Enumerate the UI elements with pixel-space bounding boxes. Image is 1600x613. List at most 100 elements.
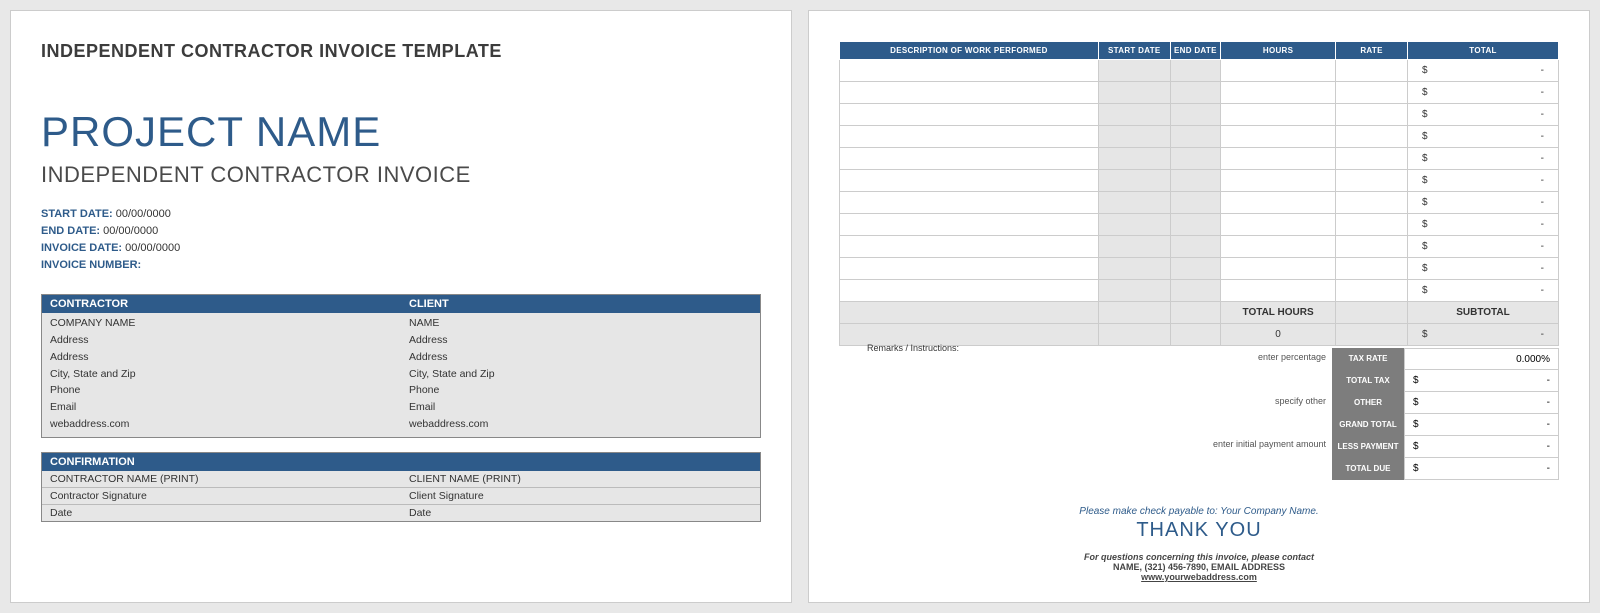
cell-description bbox=[840, 236, 1099, 258]
cell-total: $- bbox=[1407, 214, 1558, 236]
less-payment-value: $- bbox=[1404, 436, 1559, 458]
cell-start-date bbox=[1098, 236, 1170, 258]
cell-total: $- bbox=[1407, 170, 1558, 192]
grand-total-value: $- bbox=[1404, 414, 1559, 436]
end-date-label: END DATE: bbox=[41, 225, 100, 237]
total-hours-value: 0 bbox=[1221, 324, 1336, 346]
cell-description bbox=[840, 258, 1099, 280]
contractor-email: Email bbox=[50, 399, 393, 416]
cell-rate bbox=[1336, 170, 1408, 192]
contractor-company: COMPANY NAME bbox=[50, 315, 393, 332]
client-name: NAME bbox=[409, 315, 752, 332]
cell-rate bbox=[1336, 104, 1408, 126]
cell-description bbox=[840, 280, 1099, 302]
cell-total: $- bbox=[1407, 60, 1558, 82]
cell-start-date bbox=[1098, 104, 1170, 126]
cell-hours bbox=[1221, 148, 1336, 170]
contractor-web: webaddress.com bbox=[50, 416, 393, 433]
cell-total: $- bbox=[1407, 126, 1558, 148]
contractor-addr2: Address bbox=[50, 349, 393, 366]
total-hours-label: TOTAL HOURS bbox=[1221, 302, 1336, 324]
cell-description bbox=[840, 192, 1099, 214]
total-due-value: $- bbox=[1404, 458, 1559, 480]
cell-total: $- bbox=[1407, 82, 1558, 104]
client-signature: Client Signature bbox=[401, 488, 760, 504]
cell-rate bbox=[1336, 126, 1408, 148]
cell-end-date bbox=[1170, 236, 1220, 258]
table-row: $- bbox=[840, 82, 1559, 104]
cell-description bbox=[840, 170, 1099, 192]
cell-start-date bbox=[1098, 192, 1170, 214]
cell-description bbox=[840, 82, 1099, 104]
cell-description bbox=[840, 60, 1099, 82]
cell-start-date bbox=[1098, 148, 1170, 170]
table-row: $- bbox=[840, 60, 1559, 82]
col-rate: RATE bbox=[1336, 42, 1408, 60]
invoice-page-1: INDEPENDENT CONTRACTOR INVOICE TEMPLATE … bbox=[10, 10, 792, 603]
grand-total-label: GRAND TOTAL bbox=[1332, 414, 1404, 436]
tax-rate-value: 0.000% bbox=[1404, 348, 1559, 370]
cell-total: $- bbox=[1407, 258, 1558, 280]
table-row: $- bbox=[840, 214, 1559, 236]
cell-end-date bbox=[1170, 148, 1220, 170]
payable-to: Please make check payable to: Your Compa… bbox=[839, 506, 1559, 517]
contact-web: www.yourwebaddress.com bbox=[839, 572, 1559, 582]
contractor-signature: Contractor Signature bbox=[42, 488, 401, 504]
invoice-number-label: INVOICE NUMBER: bbox=[41, 259, 141, 271]
col-end-date: END DATE bbox=[1170, 42, 1220, 60]
cell-hours bbox=[1221, 258, 1336, 280]
tax-hint: enter percentage bbox=[1212, 348, 1332, 370]
cell-end-date bbox=[1170, 280, 1220, 302]
table-row: $- bbox=[840, 148, 1559, 170]
cell-rate bbox=[1336, 258, 1408, 280]
contact-line-1: For questions concerning this invoice, p… bbox=[839, 552, 1559, 562]
confirmation-header: CONFIRMATION bbox=[42, 453, 760, 471]
other-hint: specify other bbox=[1212, 392, 1332, 414]
cell-rate bbox=[1336, 280, 1408, 302]
cell-total: $- bbox=[1407, 280, 1558, 302]
table-row: $- bbox=[840, 192, 1559, 214]
end-date-value: 00/00/0000 bbox=[103, 225, 158, 237]
cell-end-date bbox=[1170, 192, 1220, 214]
cell-end-date bbox=[1170, 170, 1220, 192]
cell-start-date bbox=[1098, 170, 1170, 192]
cell-start-date bbox=[1098, 280, 1170, 302]
client-header: CLIENT bbox=[401, 295, 760, 313]
total-tax-value: $- bbox=[1404, 370, 1559, 392]
table-row: $- bbox=[840, 236, 1559, 258]
cell-end-date bbox=[1170, 214, 1220, 236]
client-addr2: Address bbox=[409, 349, 752, 366]
invoice-date-value: 00/00/0000 bbox=[125, 242, 180, 254]
client-email: Email bbox=[409, 399, 752, 416]
client-date: Date bbox=[401, 505, 760, 521]
work-table: DESCRIPTION OF WORK PERFORMED START DATE… bbox=[839, 41, 1559, 346]
cell-hours bbox=[1221, 192, 1336, 214]
total-due-label: TOTAL DUE bbox=[1332, 458, 1404, 480]
contractor-city: City, State and Zip bbox=[50, 366, 393, 383]
col-description: DESCRIPTION OF WORK PERFORMED bbox=[840, 42, 1099, 60]
cell-rate bbox=[1336, 82, 1408, 104]
col-start-date: START DATE bbox=[1098, 42, 1170, 60]
invoice-subtitle: INDEPENDENT CONTRACTOR INVOICE bbox=[41, 162, 761, 188]
contractor-column: COMPANY NAME Address Address City, State… bbox=[42, 313, 401, 437]
col-hours: HOURS bbox=[1221, 42, 1336, 60]
cell-start-date bbox=[1098, 82, 1170, 104]
invoice-meta: START DATE: 00/00/0000 END DATE: 00/00/0… bbox=[41, 206, 761, 274]
cell-hours bbox=[1221, 82, 1336, 104]
cell-total: $- bbox=[1407, 236, 1558, 258]
cell-rate bbox=[1336, 236, 1408, 258]
invoice-footer: Please make check payable to: Your Compa… bbox=[839, 506, 1559, 582]
cell-hours bbox=[1221, 280, 1336, 302]
col-total: TOTAL bbox=[1407, 42, 1558, 60]
other-label: OTHER bbox=[1332, 392, 1404, 414]
cell-start-date bbox=[1098, 126, 1170, 148]
cell-hours bbox=[1221, 214, 1336, 236]
table-row: $- bbox=[840, 104, 1559, 126]
total-tax-label: TOTAL TAX bbox=[1332, 370, 1404, 392]
table-row: $- bbox=[840, 170, 1559, 192]
thank-you: THANK YOU bbox=[839, 519, 1559, 542]
cell-hours bbox=[1221, 60, 1336, 82]
contractor-phone: Phone bbox=[50, 382, 393, 399]
confirmation-block: CONFIRMATION CONTRACTOR NAME (PRINT) CLI… bbox=[41, 452, 761, 522]
cell-rate bbox=[1336, 192, 1408, 214]
